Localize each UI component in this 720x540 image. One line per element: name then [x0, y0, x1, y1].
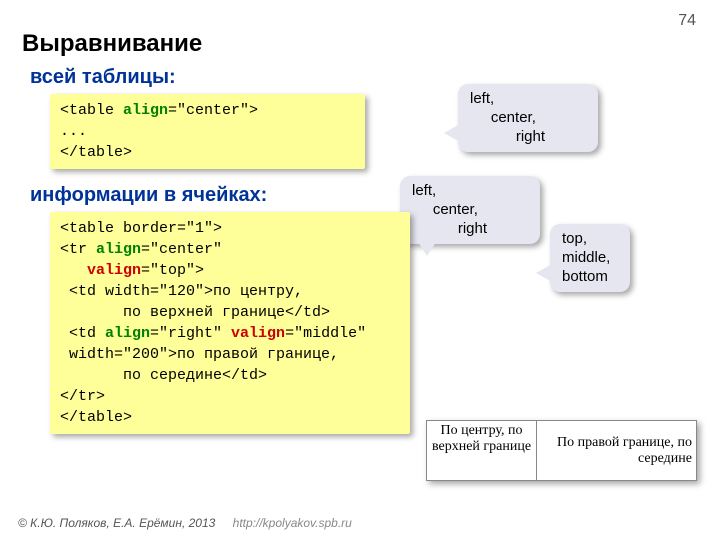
demo-table: По центру, по верхней границе По правой …	[426, 420, 697, 481]
code-text: width="200">по правой границе,	[60, 346, 339, 363]
code-text: </table>	[60, 409, 132, 426]
callout-line: middle,	[562, 249, 618, 268]
code-text: </table>	[60, 144, 132, 161]
callout-line: center,	[412, 201, 528, 220]
callout-line: right	[470, 128, 586, 147]
code-attr-align: align	[105, 325, 150, 342]
callout-align-values-2: left, center, right	[400, 176, 540, 244]
code-text: ="middle"	[285, 325, 366, 342]
demo-cell-center-top: По центру, по верхней границе	[427, 421, 537, 481]
code-text: по середине</td>	[60, 367, 267, 384]
code-text	[60, 262, 87, 279]
code-block-table: <table align="center"> ... </table>	[50, 94, 365, 169]
code-text: ="right"	[150, 325, 231, 342]
page-number: 74	[678, 12, 696, 30]
callout-line: left,	[412, 182, 528, 201]
callout-line: center,	[470, 109, 586, 128]
page-title: Выравнивание	[22, 30, 202, 58]
callout-tail	[444, 124, 460, 142]
subtitle-cell-info: информации в ячейках:	[30, 184, 267, 207]
subtitle-whole-table: всей таблицы:	[30, 66, 176, 89]
footer: © К.Ю. Поляков, Е.А. Ерёмин, 2013 http:/…	[18, 516, 352, 530]
code-text: <table	[60, 102, 123, 119]
code-text: ="center"	[141, 241, 222, 258]
callout-tail	[536, 264, 552, 282]
footer-copyright: © К.Ю. Поляков, Е.А. Ерёмин, 2013	[18, 516, 215, 530]
code-text: <td	[60, 325, 105, 342]
code-block-cells: <table border="1"> <tr align="center" va…	[50, 212, 410, 434]
code-attr-align: align	[96, 241, 141, 258]
code-text: </tr>	[60, 388, 105, 405]
demo-cell-right-middle: По правой границе, по середине	[537, 421, 697, 481]
code-attr-valign: valign	[87, 262, 141, 279]
callout-line: top,	[562, 230, 618, 249]
code-text: ...	[60, 123, 87, 140]
code-text: ="center">	[168, 102, 258, 119]
callout-line: bottom	[562, 268, 618, 287]
callout-line: left,	[470, 90, 586, 109]
footer-url: http://kpolyakov.spb.ru	[233, 516, 352, 530]
callout-tail	[418, 242, 436, 256]
demo-table-wrap: По центру, по верхней границе По правой …	[426, 420, 697, 481]
callout-valign-values: top, middle, bottom	[550, 224, 630, 292]
code-text: ="top">	[141, 262, 204, 279]
code-text: <td width="120">по центру,	[60, 283, 303, 300]
code-text: <table border="1">	[60, 220, 222, 237]
table-row: По центру, по верхней границе По правой …	[427, 421, 697, 481]
code-text: по верхней границе</td>	[60, 304, 330, 321]
code-attr-align: align	[123, 102, 168, 119]
code-attr-valign: valign	[231, 325, 285, 342]
callout-align-values-1: left, center, right	[458, 84, 598, 152]
code-text: <tr	[60, 241, 96, 258]
callout-line: right	[412, 220, 528, 239]
